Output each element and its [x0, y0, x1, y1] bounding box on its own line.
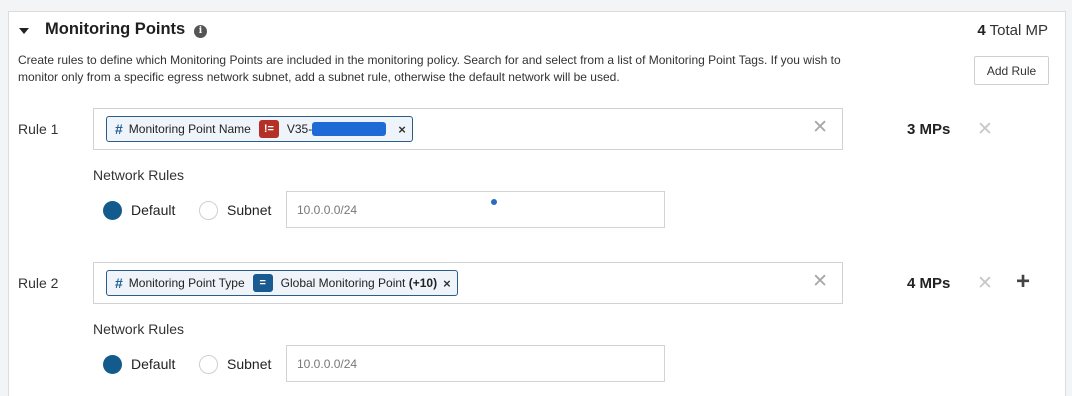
chip-value: V35- — [286, 122, 313, 136]
mp-count: 3 MPs — [907, 121, 951, 138]
section-title: Monitoring Points — [45, 20, 186, 38]
clear-rule-icon[interactable]: ✕ — [812, 272, 828, 292]
chip-extra-count: (+10) — [408, 276, 438, 290]
caret-down-icon[interactable] — [19, 28, 29, 34]
hash-icon: # — [115, 275, 123, 291]
subnet-radio-label: Subnet — [227, 202, 272, 218]
rule-label: Rule 2 — [18, 275, 59, 291]
redacted-value — [312, 122, 387, 136]
network-rules-label: Network Rules — [93, 321, 185, 337]
rule-tag-input[interactable]: # Monitoring Point Type = Global Monitor… — [93, 262, 843, 304]
network-rules-label: Network Rules — [93, 167, 185, 183]
default-radio[interactable] — [103, 355, 122, 374]
tag-chip[interactable]: # Monitoring Point Type = Global Monitor… — [106, 270, 458, 296]
plus-icon[interactable]: + — [1016, 268, 1030, 296]
section-description: Create rules to define which Monitoring … — [18, 53, 841, 84]
info-icon[interactable]: i — [194, 25, 207, 38]
total-label: Total MP — [989, 22, 1048, 39]
subnet-input[interactable] — [286, 191, 665, 228]
rule-label: Rule 1 — [18, 121, 59, 137]
chip-field: Monitoring Point Name — [128, 122, 251, 136]
add-rule-button[interactable]: Add Rule — [974, 56, 1049, 85]
delete-rule-icon[interactable]: ✕ — [977, 272, 993, 295]
subnet-input[interactable] — [286, 345, 665, 382]
mp-count: 4 MPs — [907, 275, 951, 292]
hash-icon: # — [115, 121, 123, 137]
default-radio-label: Default — [131, 356, 176, 372]
total-mp: 4 Total MP — [977, 22, 1048, 39]
subnet-radio[interactable] — [199, 201, 218, 220]
operator-badge: = — [252, 274, 273, 292]
subnet-radio[interactable] — [199, 355, 218, 374]
chip-field: Monitoring Point Type — [128, 276, 245, 290]
chip-remove-icon[interactable]: × — [398, 122, 406, 137]
total-count: 4 — [977, 22, 986, 39]
subnet-radio-label: Subnet — [227, 356, 272, 372]
default-radio-label: Default — [131, 202, 176, 218]
cursor-dot — [491, 199, 497, 205]
delete-rule-icon[interactable]: ✕ — [977, 118, 993, 141]
rule-tag-input[interactable]: # Monitoring Point Name != V35- × ✕ — [93, 108, 843, 150]
clear-rule-icon[interactable]: ✕ — [812, 118, 828, 138]
tag-chip[interactable]: # Monitoring Point Name != V35- × — [106, 116, 413, 142]
default-radio[interactable] — [103, 201, 122, 220]
chip-value: Global Monitoring Point — [280, 276, 406, 290]
operator-badge: != — [258, 120, 279, 138]
chip-remove-icon[interactable]: × — [443, 276, 451, 291]
